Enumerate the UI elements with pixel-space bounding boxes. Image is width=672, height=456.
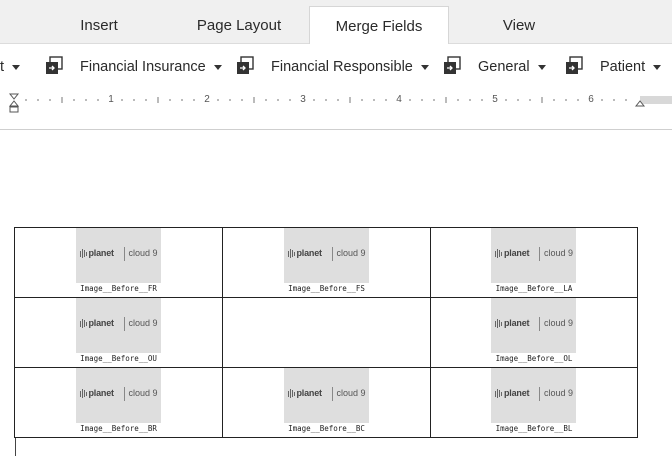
logo-brand-text: planet: [88, 388, 115, 398]
hanging-indent-marker: [8, 100, 20, 107]
toolbar-partial-label: t: [0, 59, 5, 75]
ribbon-tab-bar: Insert Page Layout Merge Fields View: [0, 0, 672, 45]
chevron-down-icon: [213, 64, 222, 70]
merge-image-placeholder[interactable]: planet cloud 9: [283, 368, 369, 423]
general-label: General: [478, 59, 530, 75]
logo-product-text: cloud 9: [544, 318, 574, 328]
general-dropdown[interactable]: General: [478, 54, 546, 80]
toolbar-partial-dropdown[interactable]: t: [0, 54, 21, 80]
logo-brand-text: planet: [88, 318, 115, 328]
merge-field-name: Image__Before__BC: [288, 424, 365, 433]
logo-product-text: cloud 9: [544, 248, 574, 258]
logo-mark-icon: [79, 249, 87, 258]
financial-insurance-label: Financial Insurance: [80, 59, 206, 75]
merge-fields-toolbar: t Financial Insurance Financial Responsi…: [0, 44, 672, 90]
table-cell[interactable]: planet cloud 9 Image__Before__BR: [14, 367, 223, 438]
merge-image-placeholder[interactable]: planet cloud 9: [75, 228, 161, 283]
logo-divider: [539, 317, 540, 331]
merge-field-name: Image__Before__BL: [495, 424, 573, 433]
merge-field-name: Image__Before__FR: [80, 284, 157, 293]
merge-field-name: Image__Before__OU: [80, 354, 157, 363]
table-cell[interactable]: planet cloud 9 Image__Before__BC: [222, 367, 431, 438]
ruler-number: 6: [588, 94, 594, 105]
merge-field-name: Image__Before__OL: [495, 354, 573, 363]
merge-field-name: Image__Before__LA: [495, 284, 573, 293]
merge-image-placeholder[interactable]: planet cloud 9: [491, 298, 576, 353]
merge-image-placeholder[interactable]: planet cloud 9: [283, 228, 369, 283]
logo-mark-icon: [495, 389, 502, 398]
document-canvas[interactable]: planet cloud 9 Image__Before__FR planet clou…: [0, 130, 672, 456]
table-row: planet cloud 9 Image__Before__OU planet clou…: [14, 297, 638, 368]
logo-brand-text: planet: [504, 388, 530, 398]
text-cursor: [15, 438, 16, 456]
financial-insurance-dropdown[interactable]: Financial Insurance: [80, 54, 222, 80]
ruler-number: 5: [492, 94, 498, 105]
logo-mark-icon: [287, 249, 295, 258]
tab-page-layout[interactable]: Page Layout: [178, 6, 300, 44]
merge-field-name: Image__Before__FS: [288, 284, 365, 293]
merge-field-icon: [46, 56, 63, 74]
financial-responsible-dropdown[interactable]: Financial Responsible: [271, 54, 429, 80]
merge-field-icon: [444, 56, 461, 74]
table-cell[interactable]: planet cloud 9 Image__Before__OU: [14, 297, 223, 368]
logo-mark-icon: [79, 319, 87, 328]
logo-divider: [123, 317, 125, 331]
ruler-number: 2: [204, 94, 210, 105]
logo-brand-text: planet: [88, 248, 115, 258]
logo-divider: [123, 387, 125, 401]
merge-image-placeholder[interactable]: planet cloud 9: [75, 368, 161, 423]
merge-field-name: Image__Before__BR: [80, 424, 157, 433]
chevron-down-icon: [537, 64, 546, 70]
logo-product-text: cloud 9: [336, 248, 366, 258]
ruler-ticks: [8, 93, 672, 113]
logo-product-text: cloud 9: [128, 388, 158, 398]
table-row: planet cloud 9 Image__Before__BR planet clou…: [14, 367, 638, 438]
left-indent-marker: [9, 106, 19, 113]
horizontal-ruler[interactable]: 1 2 3 4 5 6: [0, 90, 672, 130]
patient-dropdown[interactable]: Patient: [600, 54, 662, 80]
table-cell[interactable]: planet cloud 9 Image__Before__FR: [14, 227, 223, 298]
tab-view[interactable]: View: [472, 6, 566, 44]
logo-brand-text: planet: [504, 318, 530, 328]
table-cell[interactable]: planet cloud 9 Image__Before__BL: [430, 367, 638, 438]
merge-field-icon: [566, 56, 583, 74]
merge-image-placeholder[interactable]: planet cloud 9: [75, 298, 161, 353]
logo-mark-icon: [495, 249, 502, 258]
logo-divider: [539, 247, 540, 261]
patient-label: Patient: [600, 59, 646, 75]
merge-image-table[interactable]: planet cloud 9 Image__Before__FR planet clou…: [14, 227, 638, 438]
table-cell[interactable]: planet cloud 9 Image__Before__FS: [222, 227, 431, 298]
chevron-down-icon: [12, 64, 21, 70]
merge-field-icon: [237, 56, 254, 74]
chevron-down-icon: [420, 64, 429, 70]
logo-divider: [123, 247, 125, 261]
logo-divider: [331, 247, 333, 261]
logo-mark-icon: [287, 389, 295, 398]
first-line-indent-marker: [8, 93, 20, 100]
logo-product-text: cloud 9: [128, 318, 158, 328]
ruler-number: 3: [300, 94, 306, 105]
logo-brand-text: planet: [296, 248, 323, 258]
logo-mark-icon: [79, 389, 87, 398]
table-cell[interactable]: planet cloud 9 Image__Before__OL: [430, 297, 638, 368]
logo-mark-icon: [495, 319, 502, 328]
chevron-down-icon: [653, 64, 662, 70]
financial-responsible-label: Financial Responsible: [271, 59, 413, 75]
logo-brand-text: planet: [296, 388, 323, 398]
logo-divider: [539, 387, 540, 401]
table-cell[interactable]: [222, 297, 431, 368]
logo-brand-text: planet: [504, 248, 530, 258]
ruler-number: 1: [108, 94, 114, 105]
tab-insert[interactable]: Insert: [52, 6, 146, 44]
logo-product-text: cloud 9: [128, 248, 158, 258]
table-cell[interactable]: planet cloud 9 Image__Before__LA: [430, 227, 638, 298]
logo-product-text: cloud 9: [336, 388, 366, 398]
merge-image-placeholder[interactable]: planet cloud 9: [491, 228, 576, 283]
merge-image-placeholder[interactable]: planet cloud 9: [491, 368, 576, 423]
ruler-number: 4: [396, 94, 402, 105]
tab-merge-fields[interactable]: Merge Fields: [309, 6, 449, 45]
table-row: planet cloud 9 Image__Before__FR planet clou…: [14, 227, 638, 298]
logo-product-text: cloud 9: [544, 388, 574, 398]
logo-divider: [331, 387, 333, 401]
